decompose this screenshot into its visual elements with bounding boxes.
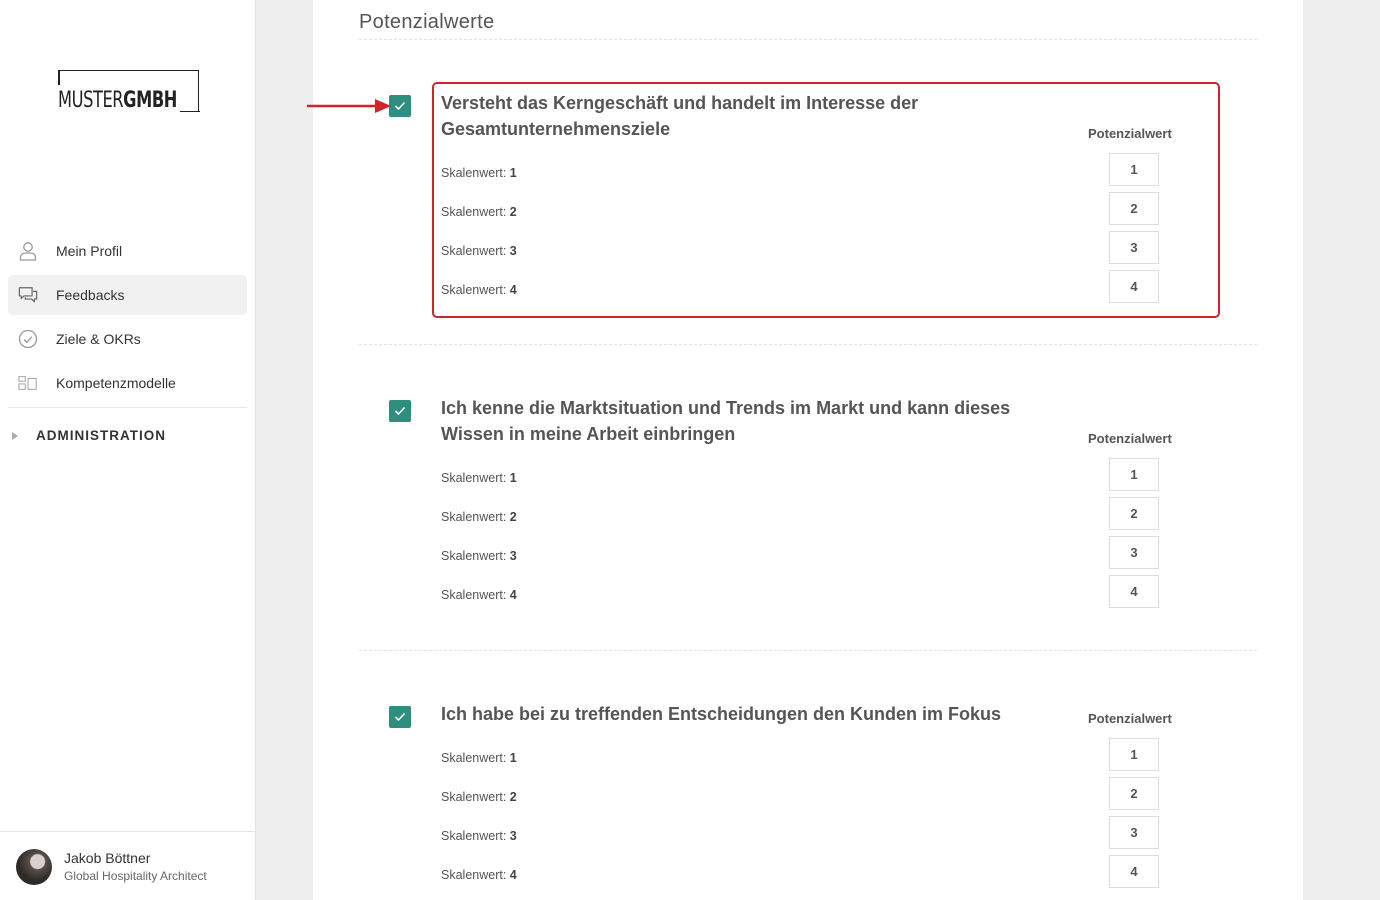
sidebar-item-label: Ziele & OKRs [56, 331, 141, 347]
caret-right-icon [12, 431, 18, 440]
potenzial-option[interactable]: 2 [1109, 497, 1159, 530]
question-title-line: Gesamtunternehmensziele [441, 119, 671, 139]
scale-value: Skalenwert: 4 [441, 588, 517, 602]
question-title: Ich kenne die Marktsituation und Trends … [441, 395, 1081, 447]
scale-prefix: Skalenwert: [441, 868, 507, 882]
scale-number: 1 [509, 471, 517, 485]
scale-number: 1 [509, 166, 517, 180]
scale-number: 4 [509, 283, 517, 297]
grid-icon [18, 373, 38, 393]
sidebar-item-label: Kompetenzmodelle [56, 375, 176, 391]
user-role: Global Hospitality Architect [64, 869, 207, 883]
sidebar: MUSTERGMBH Mein Profil Feedbacks Ziele &… [0, 0, 256, 900]
potenzialwert-label: Potenzialwert [1088, 431, 1172, 446]
scale-prefix: Skalenwert: [441, 205, 507, 219]
scale-value: Skalenwert: 1 [441, 166, 517, 180]
sidebar-item-label: Mein Profil [56, 243, 123, 259]
potenzial-option[interactable]: 2 [1109, 777, 1159, 810]
sidebar-item-kompetenzmodelle[interactable]: Kompetenzmodelle [8, 363, 247, 403]
scale-value: Skalenwert: 2 [441, 205, 517, 219]
scale-value: Skalenwert: 2 [441, 790, 517, 804]
annotation-arrow-icon [307, 99, 391, 113]
potenzialwert-label: Potenzialwert [1088, 126, 1172, 141]
checkmark-icon [394, 712, 406, 722]
potenzial-option[interactable]: 3 [1109, 536, 1159, 569]
scale-value: Skalenwert: 1 [441, 471, 517, 485]
scale-value: Skalenwert: 3 [441, 549, 517, 563]
scale-prefix: Skalenwert: [441, 751, 507, 765]
divider [359, 650, 1257, 651]
question-checkbox[interactable] [389, 95, 411, 117]
sidebar-item-ziele-okrs[interactable]: Ziele & OKRs [8, 319, 247, 359]
logo-text: MUSTERGMBH [58, 88, 177, 113]
question-title: Versteht das Kerngeschäft und handelt im… [441, 90, 1081, 142]
scale-value: Skalenwert: 4 [441, 868, 517, 882]
question-title-line: Ich kenne die Marktsituation und Trends … [441, 398, 1011, 418]
scale-value: Skalenwert: 3 [441, 829, 517, 843]
potenzial-option[interactable]: 1 [1109, 153, 1159, 186]
question-title: Ich habe bei zu treffenden Entscheidunge… [441, 701, 1081, 727]
scale-prefix: Skalenwert: [441, 588, 507, 602]
sidebar-item-administration[interactable]: ADMINISTRATION [12, 428, 166, 443]
potenzial-option[interactable]: 3 [1109, 231, 1159, 264]
scale-number: 3 [509, 244, 517, 258]
scale-prefix: Skalenwert: [441, 166, 507, 180]
sidebar-item-label: Feedbacks [56, 287, 125, 303]
potenzial-option[interactable]: 4 [1109, 575, 1159, 608]
scale-number: 2 [509, 510, 517, 524]
scale-value: Skalenwert: 4 [441, 283, 517, 297]
question-checkbox[interactable] [389, 706, 411, 728]
check-circle-icon [18, 329, 38, 349]
potenzial-option[interactable]: 2 [1109, 192, 1159, 225]
scale-prefix: Skalenwert: [441, 510, 507, 524]
question-title-line: Versteht das Kerngeschäft und handelt im… [441, 93, 919, 113]
sidebar-nav: Mein Profil Feedbacks Ziele & OKRs Kompe… [8, 231, 247, 407]
potenzial-option[interactable]: 1 [1109, 738, 1159, 771]
company-logo[interactable]: MUSTERGMBH [58, 70, 200, 113]
scale-number: 4 [509, 868, 517, 882]
scale-prefix: Skalenwert: [441, 829, 507, 843]
potenzial-option[interactable]: 1 [1109, 458, 1159, 491]
scale-number: 3 [509, 829, 517, 843]
scale-number: 4 [509, 588, 517, 602]
scale-number: 1 [509, 751, 517, 765]
sidebar-item-mein-profil[interactable]: Mein Profil [8, 231, 247, 271]
scale-number: 2 [509, 205, 517, 219]
scale-prefix: Skalenwert: [441, 244, 507, 258]
avatar [16, 849, 52, 885]
main-content: Potenzialwerte Versteht das Kerngeschäft… [313, 0, 1303, 900]
scale-prefix: Skalenwert: [441, 283, 507, 297]
scale-prefix: Skalenwert: [441, 790, 507, 804]
checkmark-icon [394, 406, 406, 416]
scale-number: 3 [509, 549, 517, 563]
admin-label: ADMINISTRATION [36, 428, 166, 443]
question-title-line: Ich habe bei zu treffenden Entscheidunge… [441, 704, 1002, 724]
chat-icon [18, 285, 38, 305]
scale-value: Skalenwert: 1 [441, 751, 517, 765]
potenzial-option[interactable]: 4 [1109, 855, 1159, 888]
potenzial-option[interactable]: 3 [1109, 816, 1159, 849]
scale-value: Skalenwert: 2 [441, 510, 517, 524]
sidebar-item-feedbacks[interactable]: Feedbacks [8, 275, 247, 315]
question-checkbox[interactable] [389, 400, 411, 422]
user-icon [18, 241, 38, 261]
scale-prefix: Skalenwert: [441, 471, 507, 485]
potenzial-option[interactable]: 4 [1109, 270, 1159, 303]
checkmark-icon [394, 101, 406, 111]
divider [359, 39, 1257, 40]
question-title-line: Wissen in meine Arbeit einbringen [441, 424, 736, 444]
nav-divider [8, 407, 247, 408]
scale-number: 2 [509, 790, 517, 804]
section-title: Potenzialwerte [359, 11, 495, 33]
potenzialwert-label: Potenzialwert [1088, 711, 1172, 726]
divider [359, 344, 1257, 345]
user-profile[interactable]: Jakob Böttner Global Hospitality Archite… [0, 831, 255, 900]
scale-prefix: Skalenwert: [441, 549, 507, 563]
user-name: Jakob Böttner [64, 850, 151, 866]
scale-value: Skalenwert: 3 [441, 244, 517, 258]
